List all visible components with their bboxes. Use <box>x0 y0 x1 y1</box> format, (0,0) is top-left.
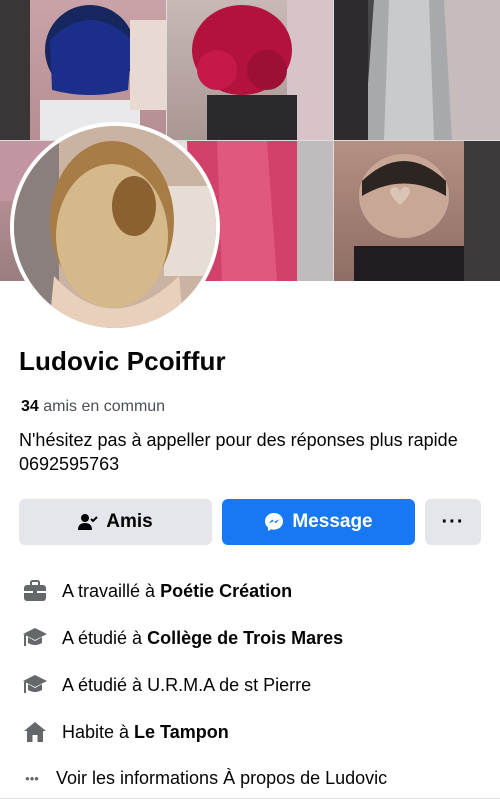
person-check-icon <box>78 513 98 531</box>
avatar <box>14 126 216 328</box>
cover-tile-red-curls <box>167 0 333 140</box>
profile-bio: N'hésitez pas à appeller pour des répons… <box>19 430 458 474</box>
message-button-label: Message <box>292 511 373 532</box>
mutual-friends-count: 34 <box>21 398 39 415</box>
cover-tile-heart-fade <box>334 141 500 281</box>
friends-button-label: Amis <box>106 511 153 532</box>
profile-picture[interactable] <box>10 122 220 332</box>
friends-button[interactable]: Amis <box>19 499 212 545</box>
more-options-button[interactable]: ··· <box>425 499 481 545</box>
info-work-prefix: A travaillé à <box>62 580 161 601</box>
profile-name: Ludovic Pcoiffur <box>19 346 226 376</box>
more-dots-icon: ··· <box>441 510 465 533</box>
info-item-work[interactable]: A travaillé à Poétie Création <box>22 578 292 604</box>
info-study1-place: Collège de Trois Mares <box>147 627 344 648</box>
info-work-place: Poétie Création <box>160 580 293 601</box>
messenger-icon <box>264 512 284 532</box>
info-study1-prefix: A étudié à <box>62 627 148 648</box>
info-item-study-2[interactable]: A étudié à U.R.M.A de st Pierre <box>22 672 311 698</box>
house-icon <box>22 719 48 745</box>
briefcase-icon <box>22 578 48 604</box>
graduation-cap-icon <box>22 672 48 698</box>
mutual-friends[interactable]: 34 amis en commun <box>21 398 165 416</box>
info-study2-text: A étudié à U.R.M.A de st Pierre <box>62 674 312 695</box>
cover-tile-blue-bob <box>0 0 166 140</box>
info-home-prefix: Habite à <box>62 721 135 742</box>
graduation-cap-icon <box>22 625 48 651</box>
message-button[interactable]: Message <box>222 499 415 545</box>
about-link-label: Voir les informations À propos de Ludovi… <box>56 767 388 788</box>
info-home-place: Le Tampon <box>134 721 229 742</box>
info-item-about[interactable]: ••• Voir les informations À propos de Lu… <box>20 765 387 791</box>
info-item-study-1[interactable]: A étudié à Collège de Trois Mares <box>22 625 343 651</box>
cover-tile-grey-straight <box>334 0 500 140</box>
info-item-home[interactable]: Habite à Le Tampon <box>22 719 229 745</box>
more-dots-icon: ••• <box>25 770 39 786</box>
mutual-friends-label: amis en commun <box>43 398 166 415</box>
